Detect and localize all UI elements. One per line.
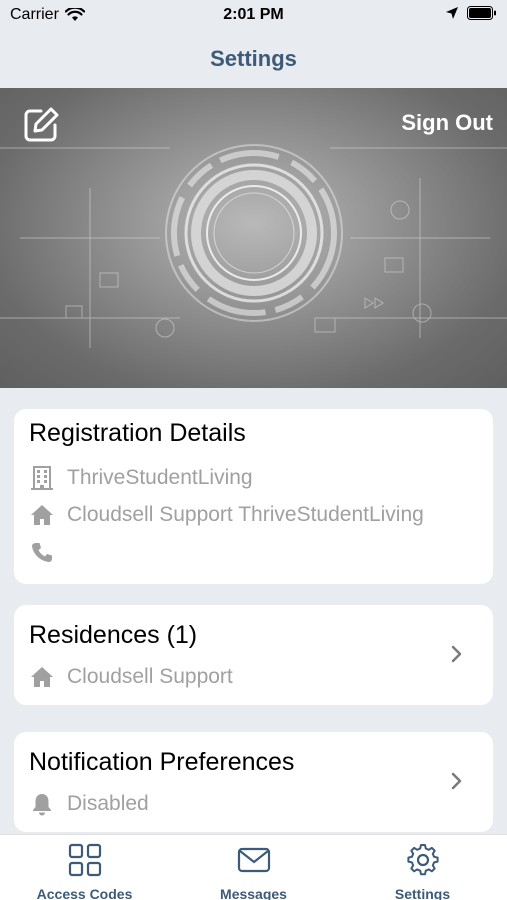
- tab-settings[interactable]: Settings: [338, 843, 507, 900]
- notification-preferences-title: Notification Preferences: [29, 748, 295, 776]
- residence-item-row: Cloudsell Support: [29, 665, 233, 689]
- home-icon: [31, 667, 53, 687]
- chevron-right-icon: [451, 645, 462, 663]
- tab-access-codes-label: Access Codes: [36, 886, 133, 900]
- edit-profile-button[interactable]: [22, 106, 60, 144]
- phone-icon: [32, 543, 52, 562]
- status-bar: Carrier 2:01 PM: [0, 0, 507, 30]
- tab-bar: Access Codes Messages Settings: [0, 834, 507, 900]
- building-icon: [31, 466, 53, 490]
- home-icon: [31, 505, 53, 525]
- sign-out-button[interactable]: Sign Out: [401, 110, 493, 136]
- residences-title: Residences (1): [29, 621, 198, 649]
- grid-icon: [68, 843, 101, 877]
- registration-home-row: Cloudsell Support ThriveStudentLiving: [29, 503, 424, 527]
- tab-messages[interactable]: Messages: [169, 843, 338, 900]
- tab-settings-label: Settings: [394, 886, 451, 900]
- registration-phone-row: [29, 541, 67, 563]
- registration-home-name: Cloudsell Support ThriveStudentLiving: [67, 503, 424, 526]
- residences-card[interactable]: Residences (1) Cloudsell Support: [14, 605, 493, 705]
- edit-icon: [24, 107, 59, 142]
- notification-status: Disabled: [67, 792, 149, 815]
- registration-building-row: ThriveStudentLiving: [29, 465, 253, 491]
- residence-item-name: Cloudsell Support: [67, 665, 233, 688]
- gear-icon: [406, 844, 439, 876]
- battery-icon: [467, 6, 496, 20]
- profile-banner: Sign Out: [0, 88, 507, 388]
- chevron-right-icon: [451, 772, 462, 790]
- location-arrow-icon: [446, 7, 458, 19]
- page-title: Settings: [210, 46, 297, 71]
- notification-status-row: Disabled: [29, 792, 149, 816]
- notification-preferences-card[interactable]: Notification Preferences Disabled: [14, 732, 493, 832]
- registration-details-card: Registration Details ThriveStudentLiving…: [14, 409, 493, 584]
- tab-access-codes[interactable]: Access Codes: [0, 843, 169, 900]
- navigation-bar: Settings: [0, 30, 507, 88]
- envelope-icon: [237, 847, 270, 873]
- registration-building-name: ThriveStudentLiving: [67, 466, 253, 489]
- tab-messages-label: Messages: [220, 886, 287, 900]
- status-indicators: [445, 6, 497, 20]
- status-time: 2:01 PM: [223, 6, 284, 23]
- registration-details-title: Registration Details: [29, 419, 246, 447]
- bell-icon: [33, 794, 51, 816]
